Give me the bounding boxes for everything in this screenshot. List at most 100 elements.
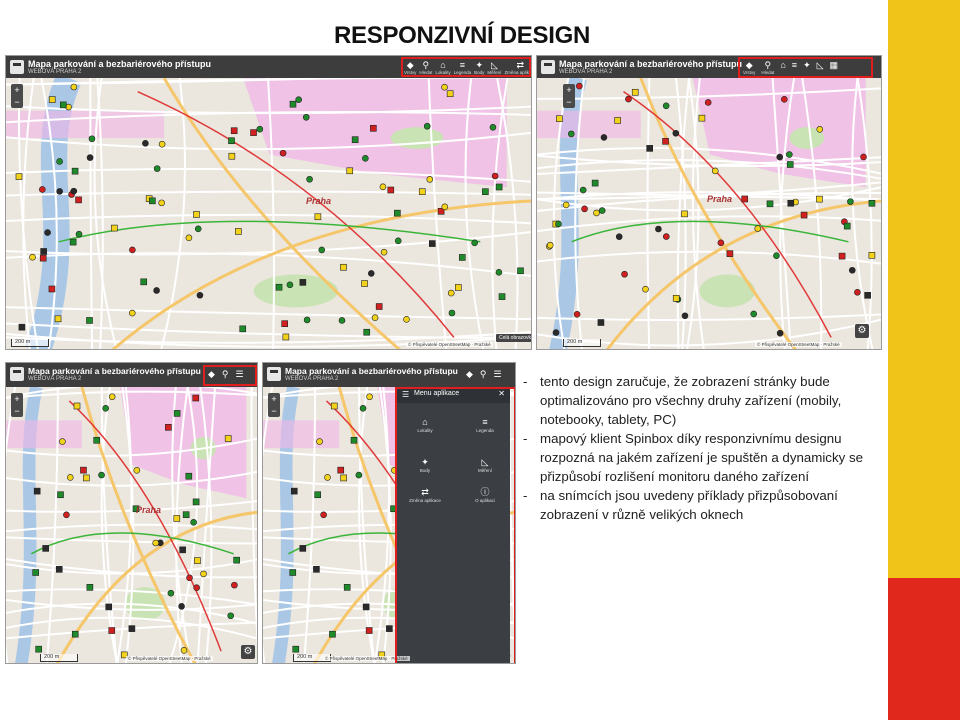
map-marker xyxy=(190,519,197,526)
map-marker xyxy=(230,127,238,135)
app-title: Mapa parkování a bezbariérového přístupu xyxy=(559,59,743,69)
toolbar-menu-button[interactable]: ☰ xyxy=(494,369,502,379)
map-marker xyxy=(55,566,63,573)
bullet-dash: - xyxy=(523,374,528,389)
map-attribution: © Přispěvatelé OpenStreetMap · Pražské xyxy=(755,342,842,347)
map-marker xyxy=(495,269,503,276)
toolbar-layers-button[interactable]: ◆ xyxy=(466,369,473,379)
map-marker xyxy=(66,474,74,481)
settings-gear-icon[interactable]: ⚙ xyxy=(855,324,869,338)
scale-bar: 200 m xyxy=(40,654,78,662)
map-marker xyxy=(39,186,46,193)
zone-area xyxy=(6,420,82,449)
map-marker xyxy=(192,498,200,506)
bullet-item: - mapový klient Spinbox díky responzivním… xyxy=(523,429,883,486)
zoom-in-button[interactable]: + xyxy=(268,393,280,405)
map-marker xyxy=(555,220,562,228)
map-marker xyxy=(320,511,327,519)
map-marker xyxy=(56,188,63,195)
scale-bar: 200 m xyxy=(11,339,49,347)
map-marker xyxy=(80,466,87,474)
map-marker xyxy=(458,254,466,261)
map-marker xyxy=(367,270,375,277)
zoom-in-button[interactable]: + xyxy=(11,393,23,405)
map-marker xyxy=(194,557,201,564)
map-marker xyxy=(370,124,377,132)
map-marker xyxy=(614,117,621,124)
map-marker xyxy=(366,393,373,401)
map-marker xyxy=(380,248,388,256)
map-marker xyxy=(42,545,49,552)
zoom-in-button[interactable]: + xyxy=(11,84,23,96)
map-marker xyxy=(681,312,689,320)
map-marker xyxy=(441,203,449,211)
map-marker xyxy=(295,96,302,103)
zoom-in-button[interactable]: + xyxy=(563,84,575,96)
map-marker xyxy=(173,410,181,417)
bullet-text: mapový klient Spinbox díky responzivnímu… xyxy=(540,431,863,484)
map-marker xyxy=(816,195,823,203)
map-marker xyxy=(299,545,307,552)
fullscreen-button[interactable]: Celá obrazovka xyxy=(496,334,531,342)
map-marker xyxy=(63,511,70,519)
map-marker xyxy=(403,316,410,323)
app-logo-icon xyxy=(541,60,555,74)
map-marker xyxy=(250,129,257,136)
map-marker xyxy=(562,201,570,209)
map-canvas[interactable] xyxy=(537,78,882,350)
bullet-item: - na snímcích jsou uvedeny příklady přizp… xyxy=(523,486,883,524)
map-marker xyxy=(418,188,426,195)
zoom-out-button[interactable]: − xyxy=(268,405,280,417)
map-marker xyxy=(363,328,371,336)
app-subtitle: WEBOVÁ PRAHA 2 xyxy=(559,69,613,75)
app-subtitle: WEBOVÁ PRAHA 2 xyxy=(28,69,82,75)
map-marker xyxy=(179,546,186,554)
map-marker xyxy=(302,113,310,121)
map-canvas[interactable] xyxy=(6,78,532,350)
map-marker xyxy=(314,213,322,221)
map-marker xyxy=(140,278,148,286)
map-marker xyxy=(193,211,200,218)
zoom-out-button[interactable]: − xyxy=(563,96,575,108)
map-marker xyxy=(128,309,136,317)
map-marker xyxy=(868,199,876,207)
zoom-control: + − xyxy=(11,393,23,417)
map-marker xyxy=(235,228,242,235)
map-marker xyxy=(447,289,455,297)
map-marker xyxy=(86,584,94,591)
map-marker xyxy=(185,472,193,480)
map-canvas[interactable] xyxy=(6,387,258,664)
slide-title: RESPONZIVNÍ DESIGN xyxy=(334,22,590,49)
zoom-out-button[interactable]: − xyxy=(11,96,23,108)
map-marker xyxy=(289,100,297,108)
map-marker xyxy=(591,179,599,187)
map-marker xyxy=(776,153,784,161)
settings-gear-icon[interactable]: ⚙ xyxy=(241,645,255,659)
map-marker xyxy=(71,630,79,638)
map-marker xyxy=(102,404,109,412)
map-marker xyxy=(786,151,793,158)
map-marker xyxy=(70,83,78,91)
map-marker xyxy=(361,280,368,287)
map-marker xyxy=(441,83,448,91)
map-marker xyxy=(200,570,207,578)
map-marker xyxy=(75,230,83,238)
desktop-screenshot: Mapa parkování a bezbariérového přístupu… xyxy=(5,55,532,350)
map-marker xyxy=(576,82,583,90)
map-marker xyxy=(152,539,159,547)
map-marker xyxy=(228,152,236,160)
map-marker xyxy=(93,436,100,444)
map-marker xyxy=(662,137,669,145)
map-marker xyxy=(491,172,499,180)
zoom-out-button[interactable]: − xyxy=(11,405,23,417)
map-marker xyxy=(754,225,762,232)
map-marker xyxy=(621,270,628,278)
map-marker xyxy=(838,252,846,260)
map-marker xyxy=(35,645,42,653)
map-marker xyxy=(88,135,96,143)
toolbar-search-button[interactable]: ⚲ xyxy=(480,369,487,379)
map-marker xyxy=(662,102,670,110)
map-marker xyxy=(362,603,370,611)
map-marker xyxy=(108,393,116,401)
map-marker xyxy=(70,187,78,195)
